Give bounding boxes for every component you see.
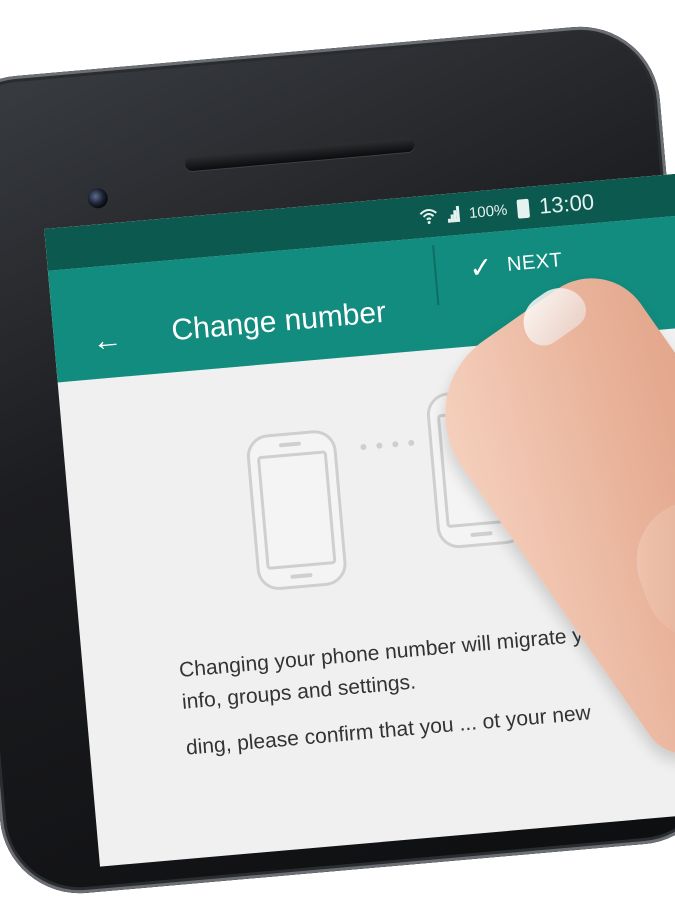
status-time: 13:00 (537, 189, 596, 219)
page-title: Change number (170, 295, 388, 348)
old-phone-icon (245, 428, 349, 592)
signal-icon (446, 205, 460, 223)
earpiece (184, 137, 415, 172)
battery-percent: 100% (468, 201, 508, 222)
wifi-icon (419, 208, 438, 226)
check-icon: ✓ (467, 251, 495, 285)
transfer-dots (360, 439, 415, 451)
battery-icon (516, 198, 530, 219)
front-camera-icon (86, 187, 109, 210)
device: 100% 13:00 ← Change number ✓ NEXT Changi… (0, 0, 675, 900)
divider (432, 245, 440, 306)
back-arrow-icon[interactable]: ← (91, 323, 124, 359)
next-label: NEXT (506, 249, 564, 276)
next-button[interactable]: ✓ NEXT (468, 244, 564, 285)
